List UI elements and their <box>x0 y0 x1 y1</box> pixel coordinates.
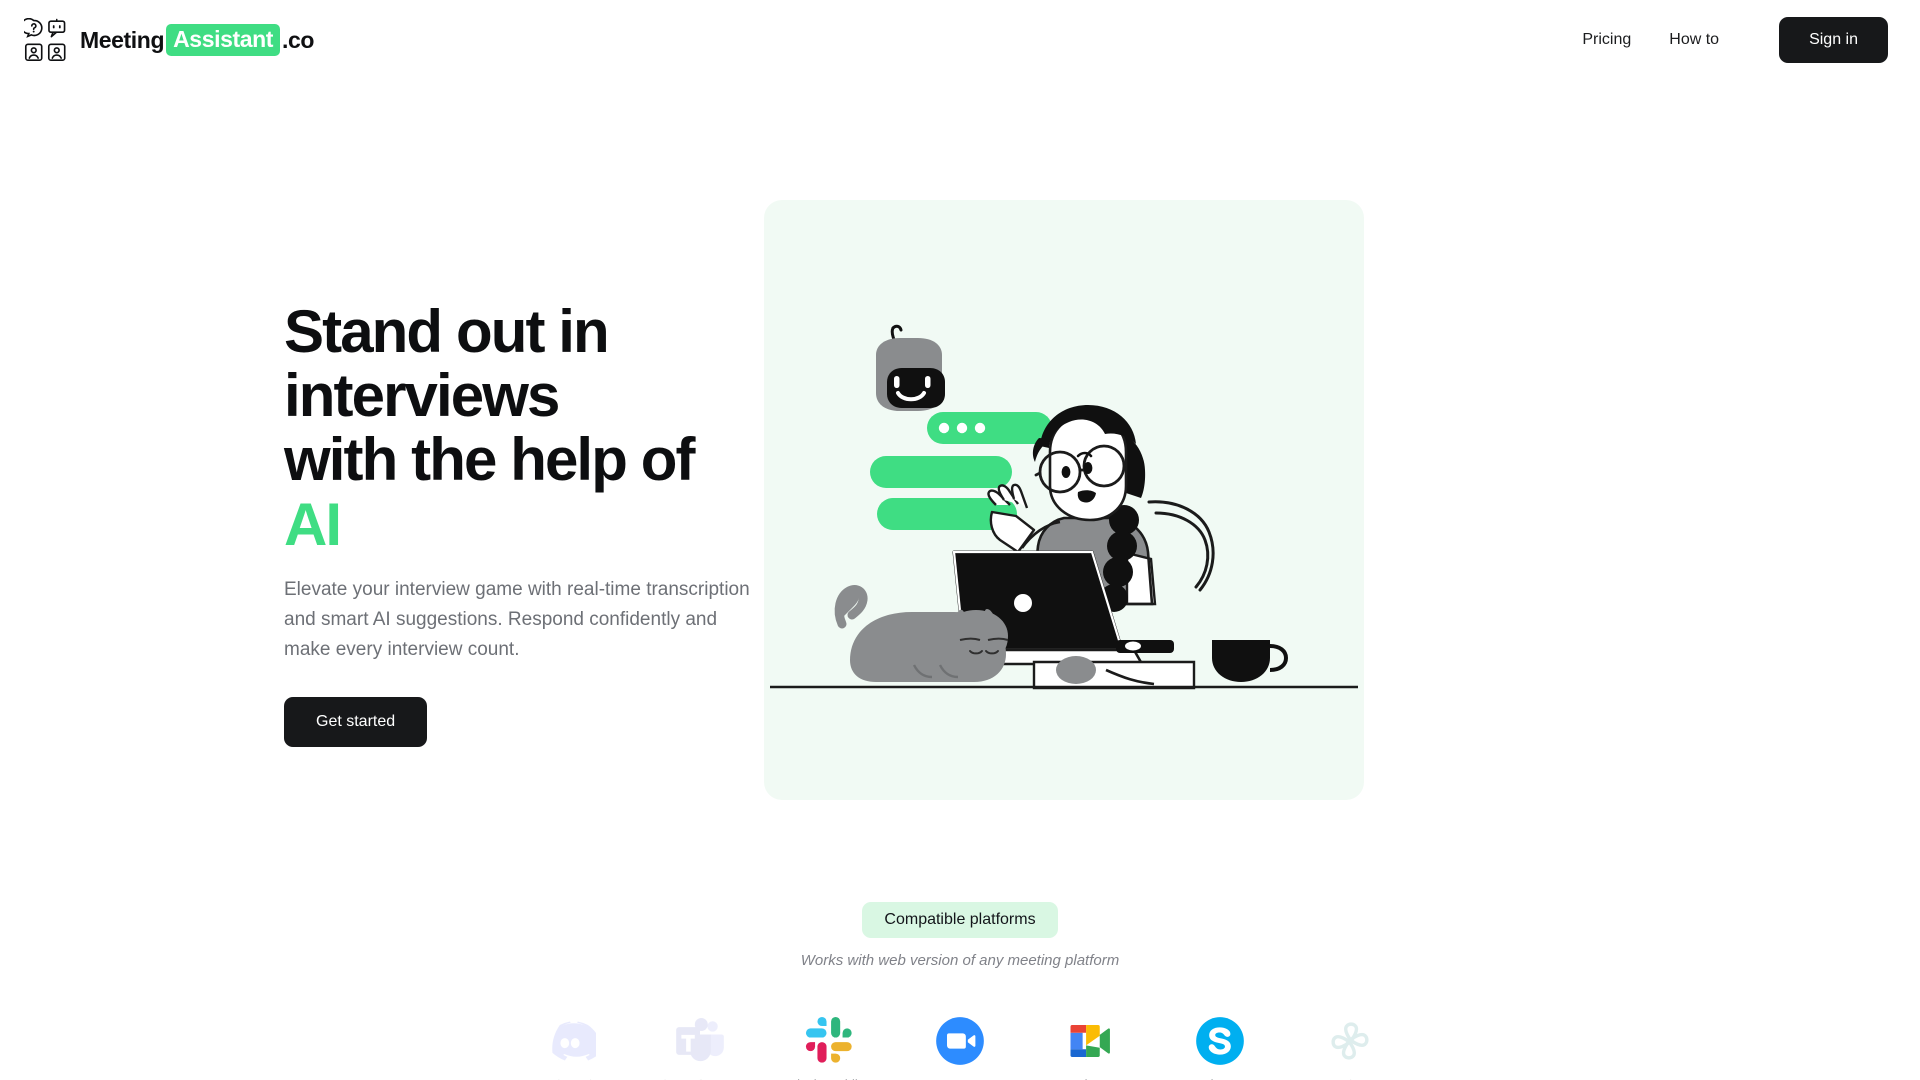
hero-illustration-wrap <box>764 200 1364 800</box>
woman-at-laptop-with-ai-robot-and-cat-illustration <box>770 324 1358 690</box>
nav-link-pricing[interactable]: Pricing <box>1582 31 1631 49</box>
platform-item-microsoft-teams[interactable]: Microsoft Teams <box>653 1015 747 1080</box>
site-header: Meeting Assistant .co Pricing How to Sig… <box>0 0 1920 80</box>
platforms-badge: Compatible platforms <box>862 902 1058 938</box>
person-frame-icon <box>47 42 66 61</box>
platform-item-google-meet[interactable]: Google Meet <box>1044 1015 1136 1080</box>
google-meet-icon <box>1064 1015 1116 1067</box>
platform-item-zoom[interactable]: Zoom <box>914 1015 1006 1080</box>
question-bubble-icon <box>24 18 43 38</box>
nav-link-how-to[interactable]: How to <box>1669 31 1719 49</box>
get-started-button[interactable]: Get started <box>284 696 428 747</box>
hero-subheading: Elevate your interview game with real-ti… <box>284 578 750 660</box>
brand-text-after: .co <box>282 26 315 53</box>
person-frame-icon <box>24 42 43 61</box>
zoom-icon <box>934 1015 986 1067</box>
page-title: Stand out in interviews with the help of… <box>284 298 760 558</box>
slack-huddles-icon <box>804 1015 856 1067</box>
platform-item-webex[interactable]: Webex <box>1304 1015 1396 1080</box>
logo-icon-grid <box>24 18 66 62</box>
hero-copy: Stand out in interviews with the help of… <box>0 200 760 747</box>
microsoft-teams-icon <box>674 1015 726 1067</box>
headline-line-1: Stand out in interviews <box>284 298 610 430</box>
brand-highlight: Assistant <box>166 24 281 56</box>
brand-text-before: Meeting <box>80 26 165 53</box>
sign-in-button[interactable]: Sign in <box>1779 17 1888 63</box>
headline-line-2-prefix: with the help of <box>284 426 695 494</box>
hero-illustration-panel <box>764 200 1364 800</box>
headline-accent-ai: AI <box>284 490 342 558</box>
platform-item-discord[interactable]: Discord <box>524 1015 616 1080</box>
platforms-note: Works with web version of any meeting pl… <box>800 952 1120 969</box>
hero-section: Stand out in interviews with the help of… <box>0 80 1920 800</box>
main-nav: Pricing How to Sign in <box>1582 17 1888 63</box>
skype-icon <box>1194 1015 1246 1067</box>
platform-item-slack-huddles[interactable]: Slack Huddles <box>784 1015 876 1080</box>
platform-item-skype[interactable]: Skype <box>1174 1015 1266 1080</box>
brand-logo[interactable]: Meeting Assistant .co <box>24 18 314 62</box>
discord-icon <box>544 1015 596 1067</box>
platform-icon-row: Discord Microsoft Teams <box>524 1015 1396 1080</box>
webex-icon <box>1324 1015 1376 1067</box>
compatible-platforms-section: Compatible platforms Works with web vers… <box>0 902 1920 1080</box>
brand-wordmark: Meeting Assistant .co <box>80 24 314 56</box>
robot-bubble-icon <box>47 18 65 38</box>
